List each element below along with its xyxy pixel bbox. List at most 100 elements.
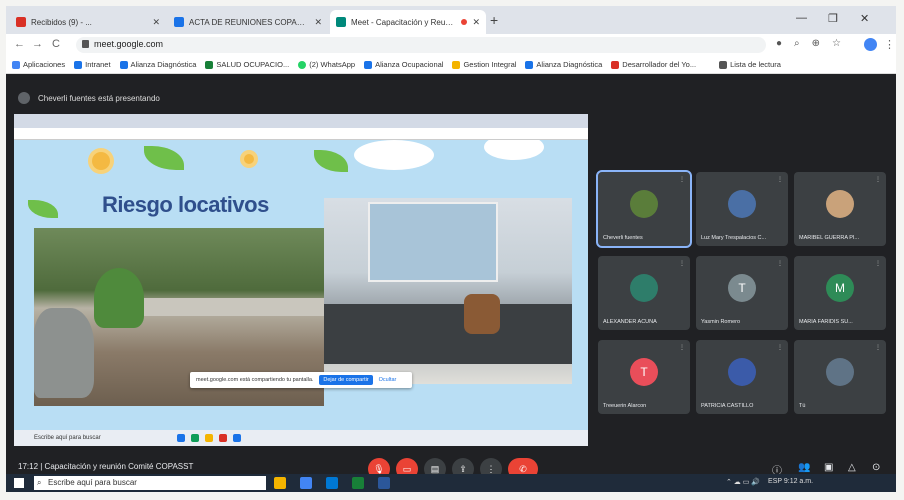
tray-icons[interactable]: ⌃ ☁ ▭ 🔊 bbox=[726, 478, 760, 486]
flower-decoration bbox=[92, 152, 110, 170]
forward-icon[interactable]: → bbox=[32, 38, 43, 50]
bookmark-item[interactable]: Aplicaciones bbox=[12, 60, 65, 69]
cloud-decoration bbox=[484, 140, 544, 160]
address-bar-icons: ● ⌕ ⊕ ☆ bbox=[776, 38, 841, 49]
bookmark-item[interactable]: (2) WhatsApp bbox=[298, 60, 355, 69]
app-icon bbox=[176, 434, 185, 442]
drive-icon bbox=[174, 17, 184, 27]
star-icon[interactable]: ☆ bbox=[832, 38, 841, 49]
presentation-slide: Riesgo locativos meet.google.com está co… bbox=[14, 140, 588, 430]
close-icon[interactable]: ✕ bbox=[314, 17, 322, 28]
apps-icon bbox=[12, 60, 20, 69]
search-icon[interactable]: ⌕ bbox=[794, 38, 800, 49]
participant-avatar: T bbox=[728, 274, 756, 302]
presenting-banner: Cheverli fuentes está presentando bbox=[18, 92, 160, 104]
tile-more-icon[interactable]: ⋮ bbox=[679, 344, 685, 351]
participant-tile[interactable]: ⋮ Luz Mary Trespalacios C... bbox=[696, 172, 788, 246]
maximize-icon[interactable]: ❐ bbox=[828, 12, 838, 25]
close-icon[interactable]: ✕ bbox=[152, 17, 160, 28]
participant-avatar bbox=[826, 190, 854, 218]
activities-icon[interactable]: △ bbox=[848, 462, 856, 473]
lock-icon[interactable]: ⊙ bbox=[872, 462, 880, 473]
tile-more-icon[interactable]: ⋮ bbox=[679, 260, 685, 267]
bag-shape bbox=[464, 294, 500, 334]
flower-decoration bbox=[244, 154, 254, 164]
minimize-icon[interactable]: — bbox=[796, 12, 807, 24]
bookmark-item[interactable]: Alianza Diagnóstica bbox=[119, 60, 196, 69]
participant-avatar bbox=[630, 190, 658, 218]
close-window-icon[interactable]: ✕ bbox=[860, 12, 869, 25]
meet-main: Cheverli fuentes está presentando Riesgo… bbox=[6, 74, 896, 492]
tile-more-icon[interactable]: ⋮ bbox=[679, 176, 685, 183]
gmail-icon bbox=[16, 17, 26, 27]
bookmark-item[interactable]: Intranet bbox=[74, 60, 111, 69]
participant-tile[interactable]: ⋮ MARIBEL GUERRA PI... bbox=[794, 172, 886, 246]
excel-icon[interactable] bbox=[352, 477, 364, 489]
participant-tile[interactable]: ⋮ T Yasmin Romero bbox=[696, 256, 788, 330]
presenter-avatar bbox=[18, 92, 30, 104]
share-icon[interactable]: ⊕ bbox=[812, 38, 820, 49]
system-tray: ⌃ ☁ ▭ 🔊 ESP 9:12 a.m. bbox=[726, 478, 813, 486]
back-icon[interactable]: ← bbox=[14, 38, 25, 50]
tab-meet[interactable]: Meet - Capacitación y Reuni... ✕ bbox=[330, 10, 486, 34]
participant-tile[interactable]: ⋮ Tú bbox=[794, 340, 886, 414]
chat-icon[interactable]: ▣ bbox=[824, 462, 833, 473]
taskbar-search[interactable]: ⌕ Escribe aquí para buscar bbox=[34, 476, 266, 490]
tile-more-icon[interactable]: ⋮ bbox=[777, 344, 783, 351]
menu-icon[interactable]: ⋮ bbox=[884, 38, 895, 51]
tile-more-icon[interactable]: ⋮ bbox=[777, 260, 783, 267]
participant-tile[interactable]: ⋮ Cheverli fuentes bbox=[596, 170, 692, 248]
tile-more-icon[interactable]: ⋮ bbox=[777, 176, 783, 183]
tile-more-icon[interactable]: ⋮ bbox=[875, 260, 881, 267]
rock-shape bbox=[34, 308, 94, 398]
tile-more-icon[interactable]: ⋮ bbox=[875, 344, 881, 351]
url-field[interactable]: meet.google.com bbox=[76, 37, 766, 53]
leaf-decoration bbox=[314, 150, 348, 172]
bookmark-item[interactable]: Alianza Ocupacional bbox=[364, 60, 443, 69]
screen-share-notification: meet.google.com está compartiendo tu pan… bbox=[190, 372, 412, 388]
app-icon bbox=[232, 434, 241, 442]
lock-icon bbox=[82, 40, 89, 48]
profile-avatar[interactable] bbox=[864, 38, 877, 51]
participant-name: MARIBEL GUERRA PI... bbox=[799, 235, 860, 241]
participant-tile[interactable]: ⋮ PATRICIA CASTILLO bbox=[696, 340, 788, 414]
meeting-info: 17:12 | Capacitación y reunión Comité CO… bbox=[18, 462, 194, 471]
recording-dot-icon bbox=[461, 19, 468, 25]
word-icon[interactable] bbox=[378, 477, 390, 489]
leaf-decoration bbox=[28, 200, 58, 218]
edge-icon[interactable] bbox=[326, 477, 338, 489]
app-icon bbox=[190, 434, 199, 442]
bookmark-item[interactable]: SALUD OCUPACIO... bbox=[205, 60, 289, 69]
bookmark-icon bbox=[611, 60, 620, 69]
tab-acta[interactable]: ACTA DE REUNIONES COPASST ✕ bbox=[168, 10, 328, 34]
close-icon[interactable]: ✕ bbox=[472, 17, 480, 28]
reading-list-icon bbox=[719, 60, 728, 69]
camera-icon[interactable]: ● bbox=[776, 38, 782, 49]
stop-sharing-button[interactable]: Dejar de compartir bbox=[319, 375, 373, 385]
leaf-decoration bbox=[144, 146, 184, 170]
chrome-icon[interactable] bbox=[300, 477, 312, 489]
tray-clock: ESP 9:12 a.m. bbox=[768, 478, 814, 485]
new-tab-button[interactable]: + bbox=[490, 12, 498, 28]
app-icon bbox=[204, 434, 213, 442]
bookmark-item[interactable]: Desarrollador del Yo... bbox=[611, 60, 696, 69]
tile-more-icon[interactable]: ⋮ bbox=[875, 176, 881, 183]
reload-icon[interactable]: C bbox=[52, 38, 60, 50]
participant-name: Yasmin Romero bbox=[701, 319, 741, 325]
windows-start-icon[interactable] bbox=[14, 478, 24, 488]
bookmark-item[interactable]: Gestion Integral bbox=[452, 60, 516, 69]
reading-list[interactable]: Lista de lectura bbox=[719, 60, 781, 69]
participant-avatar bbox=[826, 358, 854, 386]
participant-tile[interactable]: ⋮ T Treeuerin Alarcon bbox=[598, 340, 690, 414]
participant-tile[interactable]: ⋮ M MARIA FARIDIS SU... bbox=[794, 256, 886, 330]
participant-name: Tú bbox=[799, 403, 806, 409]
sheets-icon bbox=[205, 60, 214, 69]
bookmark-item[interactable]: Alianza Diagnóstica bbox=[525, 60, 602, 69]
participant-name: ALEXANDER ACUÑA bbox=[603, 319, 657, 325]
file-explorer-icon[interactable] bbox=[274, 477, 286, 489]
tab-gmail[interactable]: Recibidos (9) - ... ✕ bbox=[10, 10, 166, 34]
participant-tile[interactable]: ⋮ ALEXANDER ACUÑA bbox=[598, 256, 690, 330]
people-icon[interactable]: 👥 bbox=[798, 462, 810, 473]
search-icon: ⌕ bbox=[37, 478, 42, 487]
hide-button[interactable]: Ocultar bbox=[379, 377, 397, 383]
